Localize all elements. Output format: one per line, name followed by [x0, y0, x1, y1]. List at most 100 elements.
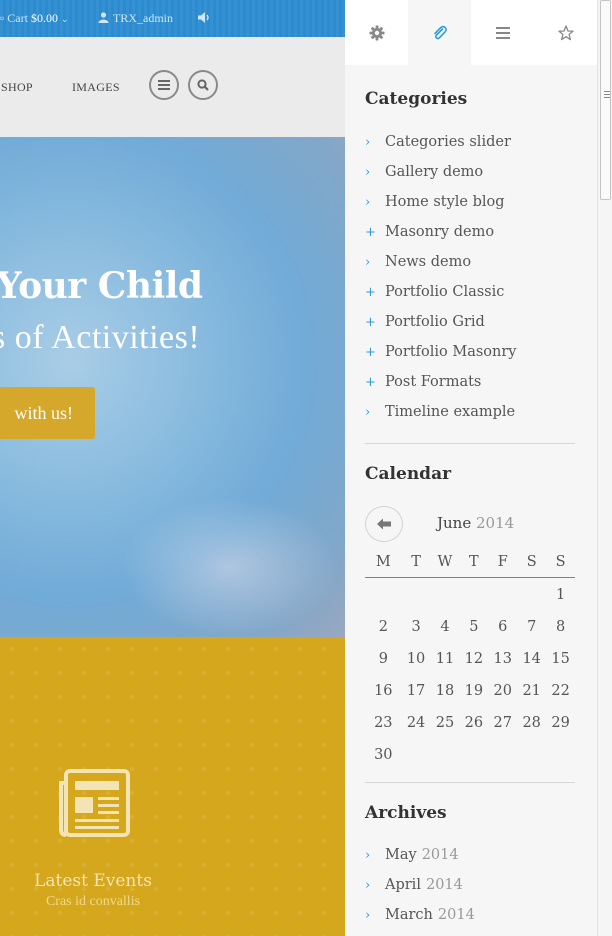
events-subtitle: Cras id convallis — [45, 894, 141, 909]
calendar-week: 9 10 11 12 13 14 15 — [365, 643, 575, 675]
chevron-right-icon: › — [365, 194, 371, 210]
main-nav: SHOP IMAGES — [0, 37, 345, 137]
plus-icon[interactable]: + — [365, 285, 385, 300]
nav-item-shop[interactable]: SHOP — [1, 80, 33, 95]
chevron-right-icon: › — [365, 847, 371, 863]
list-item[interactable]: + Portfolio Masonry — [365, 337, 575, 367]
list-item[interactable]: › Categories slider — [365, 127, 575, 157]
list-item[interactable]: + Masonry demo — [365, 217, 575, 247]
sound-icon[interactable] — [197, 11, 211, 29]
calendar-day: 8 — [555, 619, 566, 635]
calendar-day: 28 — [522, 715, 541, 731]
list-item[interactable]: › Gallery demo — [365, 157, 575, 187]
cart-label: Cart — [7, 11, 28, 25]
list-item[interactable]: › Home style blog — [365, 187, 575, 217]
tab-widgets[interactable] — [408, 0, 471, 65]
archive-year: 2014 — [425, 877, 463, 893]
category-link[interactable]: Post Formats — [385, 374, 481, 390]
categories-list: › Categories slider › Gallery demo › Home s… — [365, 127, 575, 427]
chevron-right-icon: › — [365, 907, 371, 923]
sidebar-tabs — [345, 0, 597, 65]
calendar-day: 6 — [498, 619, 508, 635]
plus-icon[interactable]: + — [365, 375, 385, 390]
divider — [365, 443, 575, 444]
archive-year: 2014 — [437, 907, 475, 923]
calendar-header: June 2014 — [365, 506, 575, 542]
list-item[interactable]: + Portfolio Classic — [365, 277, 575, 307]
hero-cta-button[interactable]: with us! — [0, 387, 95, 439]
calendar-day: 21 — [522, 683, 541, 699]
cart-amount: $0.00 — [30, 11, 58, 25]
paperclip-icon — [433, 25, 447, 39]
sidebar-panel: Categories › Categories slider › Gallery d… — [345, 0, 597, 936]
list-item[interactable]: › April 2014 — [365, 870, 575, 900]
category-link[interactable]: Home style blog — [385, 194, 505, 210]
nav-item-images[interactable]: IMAGES — [72, 80, 120, 95]
category-link[interactable]: News demo — [385, 254, 471, 270]
calendar-day: 18 — [435, 683, 455, 699]
tab-menu[interactable] — [471, 0, 534, 65]
list-item[interactable]: + Post Formats — [365, 367, 575, 397]
cart-link[interactable]: ▫ Cart $0.00 ⌄ — [0, 11, 68, 26]
list-item[interactable]: + Portfolio Grid — [365, 307, 575, 337]
calendar-day: 16 — [374, 683, 393, 699]
calendar-day: 2 — [378, 619, 388, 635]
hero-title: Your Child — [0, 265, 203, 307]
calendar-day: 24 — [406, 715, 426, 731]
archive-month[interactable]: April — [385, 877, 421, 893]
category-link[interactable]: Masonry demo — [385, 224, 494, 240]
category-link[interactable]: Timeline example — [385, 404, 515, 420]
archive-month[interactable]: March — [385, 907, 433, 923]
search-icon — [197, 79, 209, 91]
user-name: TRX_admin — [113, 11, 173, 25]
calendar-day: 20 — [493, 683, 512, 699]
tab-settings[interactable] — [345, 0, 408, 65]
hero-slider: Your Child s of Activities! with us! — [0, 137, 345, 637]
grip-icon — [604, 97, 610, 98]
main-page: ▫ Cart $0.00 ⌄ TRX_admin SHOP IMAGES You… — [0, 0, 345, 936]
star-icon — [557, 24, 574, 40]
weekday-label: F — [497, 553, 508, 570]
list-item[interactable]: › March 2014 — [365, 900, 575, 930]
newspaper-icon — [58, 769, 130, 844]
archive-year: 2014 — [421, 847, 459, 863]
category-link[interactable]: Portfolio Grid — [385, 314, 485, 330]
plus-icon[interactable]: + — [365, 225, 385, 240]
calendar-month: June 2014 — [437, 514, 514, 532]
list-item[interactable]: › News demo — [365, 247, 575, 277]
gear-icon — [369, 25, 384, 40]
weekday-label: S — [526, 553, 537, 570]
events-title[interactable]: Latest Events — [0, 871, 186, 891]
calendar-month-name: June — [437, 514, 472, 532]
calendar-day: 3 — [411, 619, 421, 635]
category-link[interactable]: Portfolio Masonry — [385, 344, 517, 360]
calendar-day: 25 — [435, 715, 455, 731]
category-link[interactable]: Gallery demo — [385, 164, 483, 180]
weekday-label: W — [437, 553, 453, 570]
arrow-left-icon — [377, 518, 391, 530]
list-item[interactable]: › May 2014 — [365, 840, 575, 870]
previous-month-button[interactable] — [365, 506, 403, 542]
scrollbar-thumb[interactable] — [600, 0, 611, 200]
category-link[interactable]: Portfolio Classic — [385, 284, 504, 300]
calendar-day: 5 — [469, 619, 479, 635]
chevron-right-icon: › — [365, 404, 371, 420]
archive-month[interactable]: May — [385, 847, 417, 863]
calendar-week: 30 — [365, 739, 575, 771]
weekday-label: T — [411, 553, 421, 570]
calendar-day: 23 — [374, 715, 393, 731]
scrollbar[interactable] — [597, 0, 612, 936]
user-icon — [98, 12, 109, 23]
menu-toggle-button[interactable] — [149, 70, 179, 100]
user-link[interactable]: TRX_admin — [98, 11, 173, 26]
list-item[interactable]: › Timeline example — [365, 397, 575, 427]
plus-icon[interactable]: + — [365, 345, 385, 360]
hero-subtitle: s of Activities! — [0, 319, 201, 356]
search-button[interactable] — [188, 70, 218, 100]
calendar-week: 2 3 4 5 6 7 8 — [365, 611, 575, 643]
category-link[interactable]: Categories slider — [385, 134, 511, 150]
tab-favorites[interactable] — [534, 0, 597, 65]
chevron-right-icon: › — [365, 877, 371, 893]
plus-icon[interactable]: + — [365, 315, 385, 330]
archives-title: Archives — [365, 803, 447, 823]
